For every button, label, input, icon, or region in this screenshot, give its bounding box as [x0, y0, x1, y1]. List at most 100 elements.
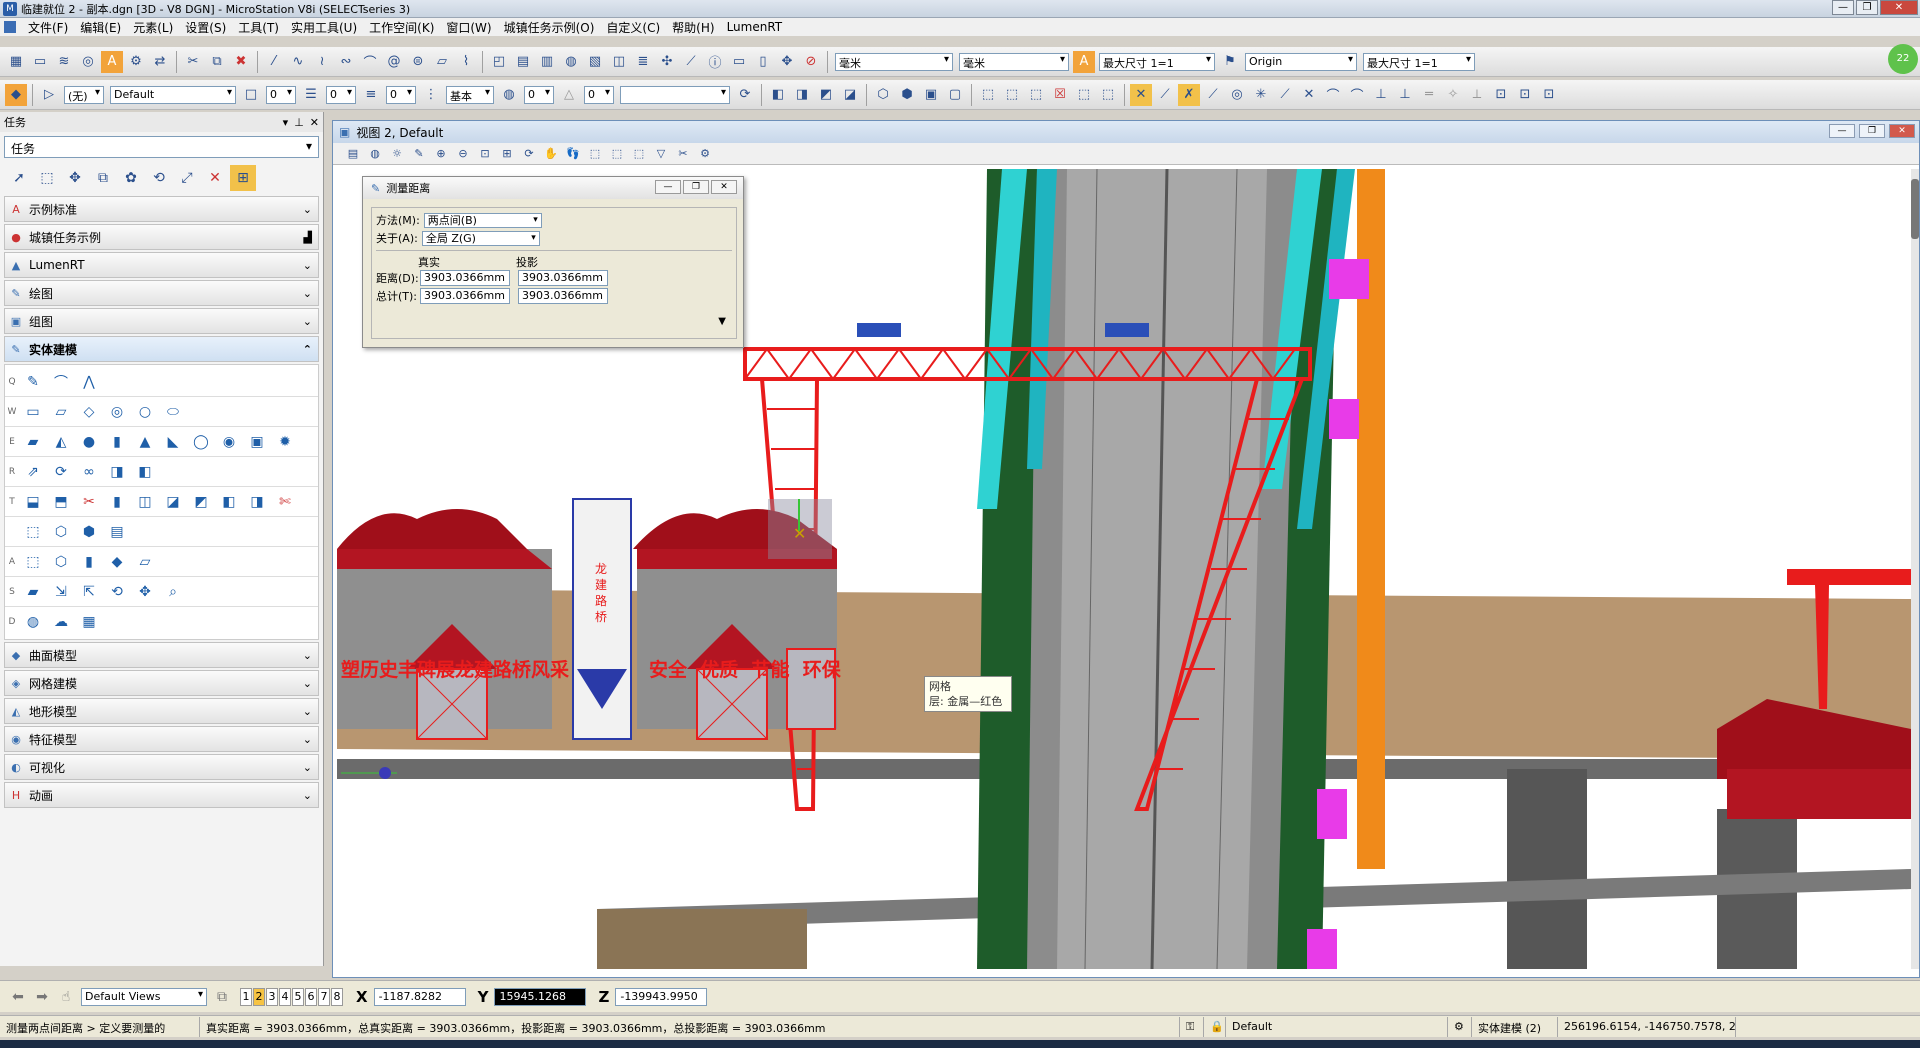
pointer-tool-icon[interactable]: ☝ — [54, 987, 78, 1007]
about-select[interactable]: 全局 Z(G) — [421, 230, 540, 246]
ellipse-icon[interactable]: ⬭ — [159, 399, 187, 425]
cylinder-icon[interactable]: ⊜ — [407, 51, 429, 73]
section-surface-modeling[interactable]: ◆ 曲面模型 ⌄ — [4, 642, 319, 668]
class-select[interactable]: 基本 — [446, 85, 494, 104]
expand-icon[interactable]: ✥ — [776, 51, 798, 73]
cylinder-tool-icon[interactable]: ▮ — [103, 429, 131, 455]
stretch-icon[interactable]: ⇲ — [47, 579, 75, 605]
linestyle-select[interactable]: 0 — [326, 85, 356, 104]
active-level-icon[interactable]: ◆ — [5, 83, 27, 106]
close-icon[interactable]: ✕ — [310, 116, 319, 129]
select-shape-icon[interactable]: ⬚ — [1001, 84, 1023, 106]
torus-icon[interactable]: ◯ — [187, 429, 215, 455]
fillet-icon[interactable]: ◫ — [131, 489, 159, 515]
y-coordinate-field[interactable]: 15945.1268 — [494, 987, 587, 1006]
drawing-scale-select[interactable]: 最大尺寸 1=1 — [1363, 52, 1475, 71]
select-icon[interactable]: ➚ — [6, 165, 32, 191]
gear-shape-icon[interactable]: ✹ — [271, 429, 299, 455]
offset-icon[interactable]: ◧ — [215, 489, 243, 515]
class-icon[interactable]: ⋮ — [420, 84, 442, 106]
fence-icon[interactable]: ▭ — [29, 51, 51, 73]
color-select[interactable]: 0 — [266, 85, 296, 104]
window-area-icon[interactable]: ⊡ — [475, 145, 495, 163]
view-button-8[interactable]: 8 — [331, 987, 343, 1006]
rotate-face-icon[interactable]: ⟲ — [103, 579, 131, 605]
element-info-icon[interactable]: ⚙ — [125, 51, 147, 73]
transparency-select[interactable]: 0 — [524, 85, 554, 104]
revolve-icon[interactable]: ⟳ — [47, 459, 75, 485]
linestyle-icon[interactable]: ☰ — [300, 84, 322, 106]
view-close-button[interactable]: ✕ — [1889, 124, 1915, 138]
origin-select[interactable]: Origin — [1245, 52, 1357, 71]
lineweight-select[interactable]: 0 — [386, 85, 416, 104]
refresh-icon[interactable]: ⟳ — [734, 84, 756, 106]
link-icon[interactable]: ⇄ — [149, 51, 171, 73]
document-link-icon[interactable]: ▯ — [752, 51, 774, 73]
select-all-icon[interactable]: ⬚ — [1073, 84, 1095, 106]
extrude-icon[interactable]: ⇗ — [19, 459, 47, 485]
scrollbar-thumb[interactable] — [1911, 179, 1919, 239]
sub-unit-select[interactable]: 毫米 — [959, 52, 1069, 71]
paste-icon[interactable]: ▥ — [536, 51, 558, 73]
sweep-icon[interactable]: ∞ — [75, 459, 103, 485]
annotation-scale-select[interactable]: 最大尺寸 1=1 — [1099, 52, 1215, 71]
bspline-icon[interactable]: ∾ — [335, 51, 357, 73]
delete-element-icon[interactable]: ✕ — [202, 165, 228, 191]
surface-tool-icon[interactable]: ◆ — [103, 549, 131, 575]
arc-icon[interactable]: ⌒ — [359, 51, 381, 73]
saved-views-select[interactable]: Default Views — [81, 987, 207, 1006]
polygon-icon[interactable]: ▱ — [47, 399, 75, 425]
view-top-icon[interactable]: ◧ — [767, 84, 789, 106]
expand-dialog-icon[interactable]: ▼ — [718, 316, 726, 327]
snap-bisector-icon[interactable]: ⟋ — [1274, 84, 1296, 106]
info-icon[interactable]: ⓘ — [704, 51, 726, 73]
view-right-icon[interactable]: ◩ — [815, 84, 837, 106]
ring-icon[interactable]: ◉ — [215, 429, 243, 455]
dialog-maximize-button[interactable]: ❐ — [683, 180, 709, 194]
view-groups-icon[interactable]: ⧉ — [210, 987, 234, 1007]
clip-mask-icon[interactable]: ✂ — [673, 145, 693, 163]
section-terrain-model[interactable]: ◭ 地形模型 ⌄ — [4, 698, 319, 724]
references-icon[interactable]: ◎ — [77, 51, 99, 73]
image-icon[interactable]: ▧ — [584, 51, 606, 73]
color-swatch-icon[interactable]: □ — [240, 84, 262, 106]
snap-settings-icon[interactable]: ⊡ — [1538, 84, 1560, 106]
subtract-icon[interactable]: ⬒ — [47, 489, 75, 515]
move-face-icon[interactable]: ✥ — [131, 579, 159, 605]
section-lumenrt[interactable]: ▲ LumenRT ⌄ — [4, 252, 319, 278]
distance-true-field[interactable]: 3903.0366mm — [420, 270, 510, 286]
snap-intersection-icon[interactable]: ✕ — [1298, 84, 1320, 106]
section-solid-modeling[interactable]: ✎ 实体建模 ⌃ — [4, 336, 319, 362]
circle-icon[interactable]: ○ — [131, 399, 159, 425]
zoom-out-icon[interactable]: ⊖ — [453, 145, 473, 163]
view-minimize-button[interactable]: — — [1829, 124, 1855, 138]
pan-icon[interactable]: ✋ — [541, 145, 561, 163]
view-button-5[interactable]: 5 — [292, 987, 304, 1006]
face-tool-icon[interactable]: ⬡ — [47, 549, 75, 575]
remove-faces-icon[interactable]: ✄ — [271, 489, 299, 515]
view-copy-icon[interactable]: ▤ — [512, 51, 534, 73]
cloud-icon[interactable]: ☁ — [47, 609, 75, 635]
view-previous-icon[interactable]: ⬚ — [585, 145, 605, 163]
pin-icon[interactable]: ⊥ — [294, 116, 304, 129]
view-scrollbar[interactable] — [1911, 169, 1919, 969]
convert-icon[interactable]: ⬢ — [75, 519, 103, 545]
plane-tool-icon[interactable]: ▱ — [131, 549, 159, 575]
padlock-icon[interactable]: 🔒 — [1204, 1016, 1226, 1037]
sheet-icon[interactable]: ▱ — [431, 51, 453, 73]
section-group[interactable]: ▣ 组图 ⌄ — [4, 308, 319, 334]
report-icon[interactable]: ▤ — [103, 519, 131, 545]
smartline-icon[interactable]: ⋀ — [75, 369, 103, 395]
snap-origin-icon[interactable]: ✳ — [1250, 84, 1272, 106]
view-button-1[interactable]: 1 — [240, 987, 252, 1006]
snap-nearest-icon[interactable]: ⟋ — [1154, 84, 1176, 106]
section-feature-model[interactable]: ◉ 特征模型 ⌄ — [4, 726, 319, 752]
rectangle-icon[interactable]: ▭ — [19, 399, 47, 425]
slab-icon[interactable]: ▰ — [19, 429, 47, 455]
modify-solid-icon[interactable]: ⬚ — [19, 519, 47, 545]
text-style-icon[interactable]: A — [101, 50, 123, 73]
align-icon[interactable]: ◨ — [243, 489, 271, 515]
cone-icon[interactable]: ◭ — [47, 429, 75, 455]
view-maximize-button[interactable]: ❐ — [1859, 124, 1885, 138]
view-button-3[interactable]: 3 — [266, 987, 278, 1006]
